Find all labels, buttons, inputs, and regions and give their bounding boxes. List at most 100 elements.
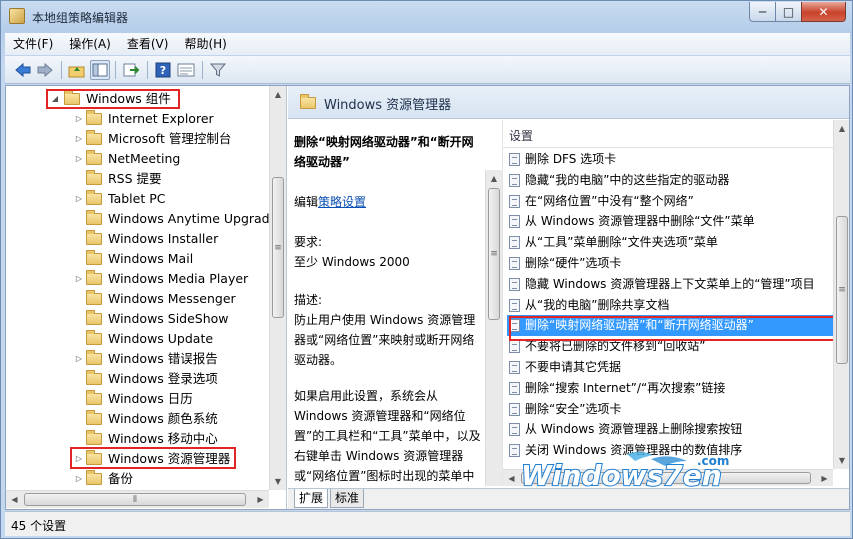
setting-label: 隐藏 Windows 资源管理器上下文菜单上的“管理”项目 [525, 276, 815, 291]
show-hide-tree-icon[interactable] [90, 60, 110, 80]
setting-row[interactable]: 删除“安全”选项卡 [507, 399, 837, 420]
tree-item[interactable]: ▷ NetMeeting [6, 149, 270, 169]
tree-item[interactable]: Windows 颜色系统 [6, 409, 270, 429]
tree-item[interactable]: Windows 登录选项 [6, 369, 270, 389]
policy-setting-icon [509, 153, 520, 166]
tree-item-label: Windows 颜色系统 [108, 411, 218, 426]
tree-item[interactable]: Windows Messenger [6, 289, 270, 309]
settings-count: 45 个设置 [11, 519, 67, 533]
scroll-up-arrow[interactable]: ▲ [486, 170, 502, 187]
up-folder-icon[interactable] [67, 60, 87, 80]
scroll-thumb[interactable]: ⦀ [24, 493, 246, 506]
back-icon[interactable] [13, 60, 33, 80]
tree-item[interactable]: Windows Installer [6, 229, 270, 249]
folder-icon [86, 310, 102, 325]
tree-item[interactable]: Windows Update [6, 329, 270, 349]
tree-item-label: 备份 [108, 471, 134, 486]
folder-icon [86, 110, 102, 125]
tree-horizontal-scrollbar[interactable]: ◀ ⦀ ▶ [6, 490, 269, 508]
maximize-button[interactable]: □ [775, 2, 802, 22]
scroll-left-arrow[interactable]: ◀ [6, 491, 23, 508]
expander-arrow-icon [74, 369, 84, 389]
setting-row[interactable]: 隐藏“我的电脑”中的这些指定的驱动器 [507, 170, 837, 191]
policy-setting-icon [509, 298, 520, 312]
expander-arrow-icon[interactable]: ▷ [74, 469, 84, 489]
tab-extended[interactable]: 扩展 [294, 489, 329, 508]
tree-item-label: Microsoft 管理控制台 [108, 131, 232, 146]
export-list-icon[interactable] [121, 60, 141, 80]
expander-arrow-icon [74, 389, 84, 409]
edit-policy-link[interactable]: 策略设置 [318, 195, 366, 209]
expander-arrow-icon [74, 229, 84, 249]
scroll-left-arrow[interactable]: ◀ [503, 470, 520, 486]
expander-arrow-icon[interactable]: ▷ [74, 269, 84, 289]
setting-label: 从“我的电脑”删除共享文档 [525, 297, 670, 312]
setting-label: 隐藏“我的电脑”中的这些指定的驱动器 [525, 172, 730, 187]
expander-arrow-icon[interactable]: ▷ [74, 149, 84, 169]
settings-vertical-scrollbar[interactable]: ▲ ≡ ▼ [833, 120, 849, 469]
gpedit-app-icon [9, 8, 25, 24]
menu-file[interactable]: 文件(F) [5, 33, 61, 55]
help-icon[interactable]: ? [153, 60, 173, 80]
setting-row[interactable]: 隐藏 Windows 资源管理器上下文菜单上的“管理”项目 [507, 274, 837, 295]
policy-setting-icon [509, 277, 520, 291]
toolbar-separator [202, 61, 203, 79]
tree-item[interactable]: Windows Anytime Upgrade [6, 209, 277, 229]
tree-item[interactable]: ▷ Microsoft 管理控制台 [6, 129, 270, 149]
setting-row[interactable]: 在“网络位置”中没有“整个网络” [507, 191, 837, 212]
folder-icon [86, 470, 102, 485]
tree-item[interactable]: Windows 日历 [6, 389, 270, 409]
tree-item-label: Windows Update [108, 331, 214, 346]
description-scrollbar[interactable]: ▲ ≡ [485, 170, 502, 486]
menu-action[interactable]: 操作(A) [61, 33, 119, 55]
tree-item[interactable]: RSS 提要 [6, 169, 270, 189]
tree-item[interactable]: ▷ Internet Explorer [6, 109, 270, 129]
setting-row[interactable]: 删除“硬件”选项卡 [507, 253, 837, 274]
scroll-thumb[interactable]: ≡ [836, 216, 848, 364]
setting-row[interactable]: 删除“搜索 Internet”/“再次搜索”链接 [507, 378, 837, 399]
tree-item[interactable]: ▷ Tablet PC [6, 189, 270, 209]
tree-item[interactable]: ▷ 备份 [6, 469, 270, 489]
expander-arrow-icon [74, 409, 84, 429]
properties-icon[interactable] [176, 60, 196, 80]
scroll-thumb[interactable]: ≡ [488, 188, 500, 320]
setting-row[interactable]: 删除 DFS 选项卡 [507, 149, 837, 170]
tab-standard[interactable]: 标准 [330, 489, 365, 508]
setting-label: 从 Windows 资源管理器上删除搜索按钮 [525, 422, 743, 437]
tree-item[interactable]: Windows SideShow [6, 309, 270, 329]
scroll-down-arrow[interactable]: ▼ [834, 452, 849, 469]
scroll-right-arrow[interactable]: ▶ [252, 491, 269, 508]
setting-row[interactable]: 从“工具”菜单删除“文件夹选项”菜单 [507, 232, 837, 253]
expander-arrow-icon[interactable]: ▷ [74, 129, 84, 149]
column-header-setting[interactable]: 设置 [503, 120, 833, 148]
tree-item-label: Windows Mail [108, 251, 194, 266]
expander-arrow-icon[interactable]: ▷ [74, 189, 84, 209]
scroll-down-arrow[interactable]: ▼ [270, 473, 286, 490]
scroll-up-arrow[interactable]: ▲ [270, 86, 286, 103]
tree-item[interactable]: Windows Mail [6, 249, 270, 269]
policy-setting-icon [509, 340, 520, 354]
scroll-right-arrow[interactable]: ▶ [816, 470, 833, 486]
setting-row[interactable]: 从 Windows 资源管理器中删除“文件”菜单 [507, 211, 837, 232]
filter-icon[interactable] [208, 60, 228, 80]
setting-label: 删除“硬件”选项卡 [525, 256, 622, 270]
expander-arrow-icon[interactable]: ▷ [74, 109, 84, 129]
menu-view[interactable]: 查看(V) [119, 33, 177, 55]
scroll-thumb[interactable]: ≡ [272, 177, 284, 318]
policy-tree: ◢ Windows 组件 ▷ Internet Explorer ▷ Microsoft … [6, 86, 287, 509]
scroll-up-arrow[interactable]: ▲ [834, 120, 849, 137]
svg-text:.com: .com [697, 454, 729, 468]
menu-help[interactable]: 帮助(H) [176, 33, 234, 55]
setting-row[interactable]: 从 Windows 资源管理器上删除搜索按钮 [507, 419, 837, 440]
setting-row[interactable]: 不要申请其它凭据 [507, 357, 837, 378]
folder-icon [86, 390, 102, 405]
minimize-button[interactable]: ─ [749, 2, 776, 22]
expander-arrow-icon[interactable]: ▷ [74, 349, 84, 369]
close-button[interactable]: ✕ [801, 2, 846, 22]
tree-item[interactable]: ▷ Windows Media Player [6, 269, 270, 289]
forward-icon[interactable] [35, 60, 55, 80]
tree-vertical-scrollbar[interactable]: ▲ ≡ ▼ [269, 86, 286, 490]
tree-item[interactable]: ▷ Windows 错误报告 [6, 349, 270, 369]
tree-item[interactable]: Windows 移动中心 [6, 429, 270, 449]
setting-row[interactable]: 从“我的电脑”删除共享文档 [507, 295, 837, 316]
